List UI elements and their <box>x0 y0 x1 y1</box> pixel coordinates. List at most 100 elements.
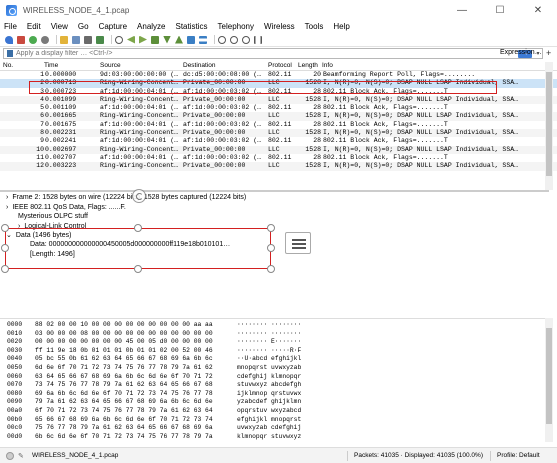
menu-capture[interactable]: Capture <box>99 22 127 31</box>
packet-row[interactable]: 6 0.001665 Ring-Wiring-Concent… Private_00:… <box>0 112 557 121</box>
resize-handle[interactable] <box>1 224 9 232</box>
col-info[interactable]: Info <box>322 62 333 69</box>
display-filter-input[interactable] <box>13 49 518 58</box>
menu-help[interactable]: Help <box>333 22 349 31</box>
hex-row[interactable]: 00d0 6b 6c 6d 6e 6f 70 71 72 73 74 75 76 … <box>0 433 540 441</box>
edit-comment-icon[interactable]: ✎ <box>18 452 26 460</box>
hex-row[interactable]: 00a0 6f 70 71 72 73 74 75 76 77 78 79 7a … <box>0 407 540 415</box>
resize-handle[interactable] <box>267 224 275 232</box>
resize-columns-icon[interactable] <box>254 35 262 44</box>
menu-tools[interactable]: Tools <box>305 22 324 31</box>
minimize-button[interactable]: — <box>443 0 481 20</box>
packet-list-header: No. Time Source Destination Protocol Len… <box>0 62 557 71</box>
restart-capture-icon[interactable] <box>29 35 37 44</box>
hex-row[interactable]: 0070 73 74 75 76 77 78 79 7a 61 62 63 64 … <box>0 381 540 389</box>
packet-list-scrollbar[interactable] <box>545 62 553 190</box>
menu-file[interactable]: File <box>4 22 17 31</box>
close-file-icon[interactable] <box>84 35 92 44</box>
col-length[interactable]: Length <box>298 62 318 69</box>
menu-wireless[interactable]: Wireless <box>264 22 295 31</box>
save-file-icon[interactable] <box>72 35 80 44</box>
last-packet-icon[interactable] <box>175 35 183 44</box>
layout-icon[interactable] <box>285 232 311 254</box>
colorize-icon[interactable] <box>199 35 207 44</box>
hex-off: 00c0 <box>7 424 23 432</box>
hex-row[interactable]: 0050 6d 6e 6f 70 71 72 73 74 75 76 77 78 … <box>0 364 540 372</box>
normal-size-icon[interactable] <box>242 35 250 44</box>
go-forward-icon[interactable] <box>139 35 147 44</box>
stop-capture-icon[interactable] <box>17 35 25 44</box>
expand-arrow-icon[interactable]: › <box>6 204 8 211</box>
pane-divider[interactable] <box>0 190 549 192</box>
hex-bytes: ff 11 9e 18 0b 01 01 01 0b 01 01 02 00 5… <box>35 346 213 354</box>
menu-telephony[interactable]: Telephony <box>218 22 254 31</box>
col-time[interactable]: Time <box>44 62 58 69</box>
packet-cell-dst: Private_00:00:00 <box>183 162 246 170</box>
hex-row[interactable]: 0020 00 00 00 00 00 00 00 00 45 00 05 d0 … <box>0 338 540 346</box>
add-filter-button[interactable]: + <box>546 48 551 58</box>
col-source[interactable]: Source <box>100 62 121 69</box>
close-button[interactable]: ✕ <box>519 0 557 20</box>
menu-analyze[interactable]: Analyze <box>137 22 165 31</box>
reload-icon[interactable] <box>96 35 104 44</box>
detail-row[interactable]: › Frame 2: 1528 bytes on wire (12224 bits… <box>6 193 246 203</box>
rotate-handle[interactable] <box>132 189 146 203</box>
zoom-in-icon[interactable] <box>218 35 226 44</box>
expression-button[interactable]: Expression… <box>500 49 542 56</box>
resize-handle[interactable] <box>1 265 9 273</box>
hex-row[interactable]: 0000 88 02 00 00 10 00 00 00 00 00 00 00 … <box>0 321 540 329</box>
packet-row[interactable]: 11 0.002707 af:1d:00:00:04:01 (… af:1d:00:0… <box>0 154 557 162</box>
hex-row[interactable]: 00b0 65 66 67 68 69 6a 6b 6c 6d 6e 6f 70 … <box>0 416 540 424</box>
zoom-out-icon[interactable] <box>230 35 238 44</box>
hex-row[interactable]: 0090 79 7a 61 62 63 64 65 66 67 68 69 6a … <box>0 398 540 406</box>
resize-handle[interactable] <box>1 244 9 252</box>
hex-bytes: 69 6a 6b 6c 6d 6e 6f 70 71 72 73 74 75 7… <box>35 389 213 397</box>
packet-row[interactable]: 12 0.003223 Ring-Wiring-Concent… Private_00… <box>0 162 557 171</box>
status-profile[interactable]: Profile: Default <box>497 452 540 459</box>
packet-row[interactable]: 4 0.001099 Ring-Wiring-Concent… Private_00:… <box>0 95 557 105</box>
menu-go[interactable]: Go <box>78 22 89 31</box>
menu-view[interactable]: View <box>51 22 68 31</box>
find-icon[interactable] <box>115 35 123 44</box>
menu-statistics[interactable]: Statistics <box>176 22 208 31</box>
packet-row[interactable]: 5 0.001109 af:1d:00:00:04:01 (… af:1d:00:00… <box>0 104 557 112</box>
maximize-button[interactable]: ☐ <box>481 0 519 20</box>
hex-ascii: ········ ········ <box>237 321 302 328</box>
resize-handle[interactable] <box>134 265 142 273</box>
first-packet-icon[interactable] <box>163 35 171 44</box>
col-destination[interactable]: Destination <box>183 62 216 69</box>
hex-row[interactable]: 00c0 75 76 77 78 79 7a 61 62 63 64 65 66 … <box>0 424 540 432</box>
packet-row[interactable]: 9 0.002241 af:1d:00:00:04:01 (… af:1d:00:00… <box>0 137 557 145</box>
go-back-icon[interactable] <box>127 35 135 44</box>
packet-row[interactable]: 8 0.002231 Ring-Wiring-Concent… Private_00:… <box>0 129 557 138</box>
packet-cell-src: af:1d:00:00:04:01 (… <box>100 120 179 128</box>
packet-cell-len: 28 <box>313 87 321 95</box>
col-no[interactable]: No. <box>3 62 13 69</box>
options-icon[interactable] <box>41 35 49 44</box>
hex-bytes: 6f 70 71 72 73 74 75 76 77 78 79 7a 61 6… <box>35 407 213 414</box>
resize-handle[interactable] <box>267 265 275 273</box>
packet-row[interactable]: 2 0.000713 Ring-Wiring-Concent… Private_00:… <box>0 79 557 88</box>
hex-row[interactable]: 0040 05 bc 55 0b 61 62 63 64 65 66 67 68 … <box>0 355 540 363</box>
packet-cell-info: I, N(R)=0, N(S)=0; DSAP NULL LSAP Indivi… <box>323 162 519 170</box>
detail-row[interactable]: Mysterious OLPC stuff <box>18 212 88 222</box>
menu-edit[interactable]: Edit <box>27 22 41 31</box>
go-to-packet-icon[interactable] <box>151 35 159 44</box>
autoscroll-icon[interactable] <box>187 35 195 44</box>
resize-handle[interactable] <box>267 244 275 252</box>
hex-row[interactable]: 0080 69 6a 6b 6c 6d 6e 6f 70 71 72 73 74 … <box>0 390 540 398</box>
resize-handle[interactable] <box>134 224 142 232</box>
packet-row[interactable]: 1 0.000000 9d:03:00:00:00:00 (… dc:d5:00:00… <box>0 71 557 79</box>
hex-row[interactable]: 0030 ff 11 9e 18 0b 01 01 01 0b 01 01 02 … <box>0 347 540 355</box>
open-file-icon[interactable] <box>60 35 68 44</box>
expert-info-icon[interactable] <box>6 451 14 460</box>
packet-row[interactable]: 3 0.000723 af:1d:00:00:04:01 (… af:1d:00:00… <box>0 88 557 96</box>
packet-row[interactable]: 10 0.002697 Ring-Wiring-Concent… Private_00… <box>0 145 557 154</box>
hex-row[interactable]: 0060 63 64 65 66 67 68 69 6a 6b 6c 6d 6e … <box>0 373 540 381</box>
hex-scrollbar[interactable] <box>545 318 553 442</box>
start-capture-icon[interactable] <box>5 35 13 44</box>
packet-row[interactable]: 7 0.001675 af:1d:00:00:04:01 (… af:1d:00:00… <box>0 121 557 129</box>
hex-row[interactable]: 0010 03 00 00 00 08 00 00 00 00 00 00 00 … <box>0 330 540 338</box>
col-protocol[interactable]: Protocol <box>268 62 292 69</box>
expand-arrow-icon[interactable]: › <box>6 194 8 201</box>
